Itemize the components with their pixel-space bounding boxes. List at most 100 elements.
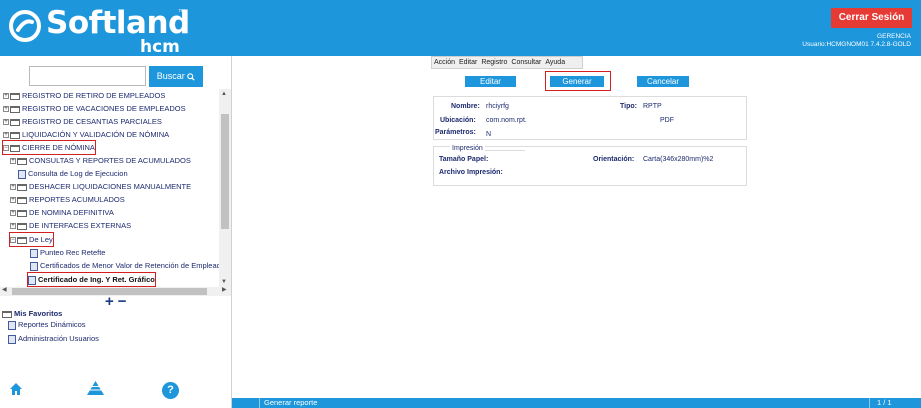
tree-item-certificado-grafico[interactable]: Certificado de Ing. Y Ret. Gráfico	[27, 272, 156, 287]
legend-divider	[485, 150, 525, 151]
scroll-left-icon[interactable]: ◀	[2, 286, 7, 293]
params-label: Parámetros:	[435, 129, 476, 136]
location-label: Ubicación:	[440, 117, 476, 124]
tree-item-label: CONSULTAS Y REPORTES DE ACUMULADOS	[29, 156, 191, 165]
folder-icon	[17, 196, 27, 204]
report-icon	[18, 169, 26, 179]
menu-tree: + REGISTRO DE RETIRO DE EMPLEADOS + REGIST…	[0, 89, 219, 289]
folder-icon	[17, 183, 27, 191]
favorite-item[interactable]: Administración Usuarios	[8, 334, 99, 344]
tree-item-label: DE NOMINA DEFINITIVA	[29, 208, 114, 217]
tree-item-label: LIQUIDACIÓN Y VALIDACIÓN DE NÓMINA	[22, 130, 170, 139]
folder-icon	[17, 222, 27, 230]
scroll-down-icon[interactable]: ▼	[221, 279, 227, 285]
tree-item[interactable]: Punteo Rec Retefte	[30, 246, 105, 259]
menu-consultar[interactable]: Consultar	[509, 57, 543, 68]
orientation-label: Orientación:	[593, 156, 635, 163]
expand-icon[interactable]: +	[3, 132, 9, 139]
brand-subtitle: hcm	[140, 37, 180, 57]
folder-icon	[10, 105, 20, 113]
home-icon-svg	[10, 383, 22, 395]
status-divider	[259, 398, 260, 408]
folder-icon	[10, 92, 20, 100]
layers-icon[interactable]	[87, 381, 104, 398]
tree-item-cierre-nomina[interactable]: − CIERRE DE NÓMINA	[2, 140, 96, 155]
brand-trademark: ™	[178, 9, 185, 16]
tree-vertical-scrollbar[interactable]: ▲ ▼	[219, 89, 231, 289]
tree-item[interactable]: + DESHACER LIQUIDACIONES MANUALMENTE	[10, 180, 191, 193]
edit-button[interactable]: Editar	[465, 76, 516, 87]
folder-icon	[10, 118, 20, 126]
collapse-all-icon[interactable]: −	[118, 293, 131, 310]
expand-icon[interactable]: +	[3, 106, 9, 113]
tree-item-de-ley[interactable]: − De Ley	[9, 232, 54, 247]
user-info: Usuario:HCMGNOM01 7.4.2.8-GOLD	[802, 41, 911, 48]
search-input[interactable]	[29, 66, 146, 86]
folder-open-icon	[10, 144, 20, 152]
layers-icon-svg	[87, 381, 104, 395]
search-button[interactable]: Buscar	[149, 66, 203, 87]
tree-item-label: De Ley	[29, 235, 53, 244]
tree-item-label: Certificados de Menor Valor de Retención…	[40, 261, 219, 270]
report-icon	[28, 275, 36, 285]
tree-item[interactable]: + REPORTES ACUMULADOS	[10, 193, 125, 206]
menu-accion[interactable]: Acción	[432, 57, 457, 68]
favorite-item-label: Reportes Dinámicos	[18, 320, 86, 329]
tree-item[interactable]: + LIQUIDACIÓN Y VALIDACIÓN DE NÓMINA	[3, 128, 169, 141]
expand-icon[interactable]: +	[10, 197, 16, 204]
collapse-icon[interactable]: −	[3, 145, 9, 152]
type-value: RPTP	[643, 103, 662, 110]
menu-registro[interactable]: Registro	[479, 57, 509, 68]
expand-icon[interactable]: +	[3, 93, 9, 100]
tree-item[interactable]: + REGISTRO DE RETIRO DE EMPLEADOS	[3, 89, 165, 102]
tree-item[interactable]: + DE INTERFACES EXTERNAS	[10, 219, 131, 232]
scroll-right-icon[interactable]: ▶	[222, 286, 227, 293]
menu-editar[interactable]: Editar	[457, 57, 479, 68]
logout-button[interactable]: Cerrar Sesión	[831, 8, 912, 28]
type-label: Tipo:	[620, 103, 637, 110]
tree-item[interactable]: + DE NOMINA DEFINITIVA	[10, 206, 114, 219]
favorites-title[interactable]: Mis Favoritos	[2, 309, 62, 318]
tree-item-label: Certificado de Ing. Y Ret. Gráfico	[38, 275, 155, 284]
report-icon	[30, 261, 38, 271]
expand-icon[interactable]: +	[10, 223, 16, 230]
report-icon	[30, 248, 38, 258]
report-icon	[8, 334, 16, 344]
generate-button[interactable]: Generar	[550, 76, 604, 87]
search-button-label: Buscar	[156, 71, 185, 81]
help-icon[interactable]: ?	[162, 382, 179, 399]
tree-item[interactable]: + CONSULTAS Y REPORTES DE ACUMULADOS	[10, 154, 191, 167]
folder-open-icon	[17, 236, 27, 244]
scroll-up-icon[interactable]: ▲	[221, 91, 227, 97]
page-counter: 1 / 1	[877, 398, 892, 407]
name-value: rhciyrfg	[486, 103, 509, 110]
favorite-item[interactable]: Reportes Dinámicos	[8, 320, 86, 330]
tree-item[interactable]: Certificados de Menor Valor de Retención…	[30, 259, 219, 272]
expand-icon[interactable]: +	[10, 184, 16, 191]
menu-ayuda[interactable]: Ayuda	[543, 57, 567, 68]
tree-item[interactable]: Consulta de Log de Ejecucion	[18, 167, 128, 180]
expand-collapse-controls: +−	[105, 293, 131, 310]
search-icon	[187, 72, 195, 81]
tree-item-label: DESHACER LIQUIDACIONES MANUALMENTE	[29, 182, 192, 191]
cancel-button[interactable]: Cancelar	[637, 76, 689, 87]
expand-icon[interactable]: +	[3, 119, 9, 126]
favorite-item-label: Administración Usuarios	[18, 334, 99, 343]
tree-item[interactable]: + REGISTRO DE VACACIONES DE EMPLEADOS	[3, 102, 186, 115]
home-icon[interactable]	[9, 382, 23, 398]
status-message: Generar reporte	[264, 398, 318, 407]
print-file-label: Archivo Impresión:	[439, 169, 503, 176]
tree-item-label: REPORTES ACUMULADOS	[29, 195, 125, 204]
scroll-thumb[interactable]	[221, 114, 229, 229]
tree-item-label: Punteo Rec Retefte	[40, 248, 106, 257]
folder-icon	[10, 131, 20, 139]
status-bar: Generar reporte 1 / 1	[232, 398, 921, 408]
expand-icon[interactable]: +	[10, 210, 16, 217]
company-name: GERENCIA	[877, 33, 911, 40]
tree-item[interactable]: + REGISTRO DE CESANTIAS PARCIALES	[3, 115, 162, 128]
expand-all-icon[interactable]: +	[105, 293, 118, 310]
report-icon	[8, 320, 16, 330]
favorites-title-label: Mis Favoritos	[14, 309, 63, 318]
collapse-icon[interactable]: −	[10, 237, 16, 244]
expand-icon[interactable]: +	[10, 158, 16, 165]
